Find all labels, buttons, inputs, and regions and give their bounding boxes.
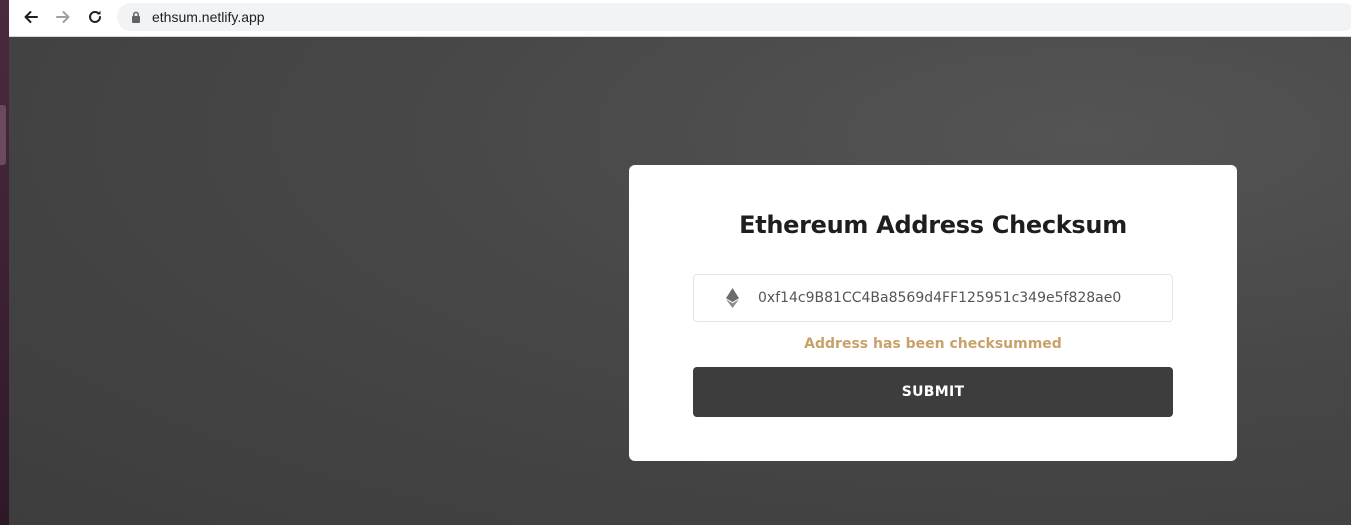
arrow-left-icon	[24, 11, 38, 23]
address-field[interactable]	[693, 274, 1173, 322]
forward-button[interactable]	[47, 0, 79, 34]
status-message: Address has been checksummed	[804, 336, 1062, 352]
url-text: ethsum.netlify.app	[152, 9, 265, 25]
lock-icon[interactable]	[129, 10, 143, 24]
submit-button[interactable]: SUBMIT	[693, 367, 1173, 417]
checksum-card: Ethereum Address Checksum Address has be…	[629, 165, 1237, 461]
back-button[interactable]	[15, 0, 47, 34]
page-background: Ethereum Address Checksum Address has be…	[9, 37, 1351, 525]
page-title: Ethereum Address Checksum	[739, 211, 1127, 239]
arrow-right-icon	[56, 11, 70, 23]
reload-icon	[89, 10, 101, 23]
ethereum-icon	[726, 288, 740, 308]
desktop-dock-handle	[0, 105, 6, 165]
address-bar[interactable]: ethsum.netlify.app	[117, 3, 1351, 31]
reload-button[interactable]	[79, 0, 111, 34]
address-input[interactable]	[758, 290, 1148, 306]
desktop-edge	[0, 0, 9, 525]
